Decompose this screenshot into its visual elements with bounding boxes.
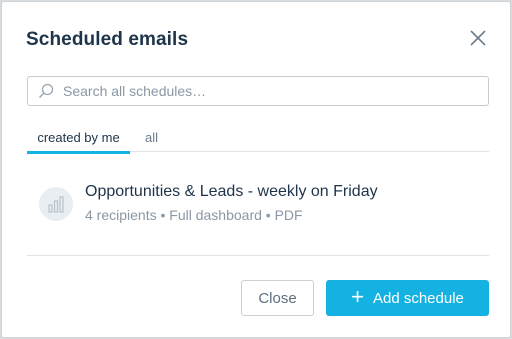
add-schedule-button[interactable]: + Add schedule (326, 280, 489, 316)
schedule-title: Opportunities & Leads - weekly on Friday (85, 183, 378, 200)
schedule-tabs: created by me all (27, 126, 489, 154)
search-input[interactable] (63, 81, 478, 101)
schedule-list-item[interactable]: Opportunities & Leads - weekly on Friday… (27, 172, 489, 236)
add-schedule-label: Add schedule (372, 289, 464, 307)
search-box (27, 76, 489, 106)
dialog-title: Scheduled emails (26, 29, 189, 50)
schedule-avatar (39, 187, 73, 221)
plus-icon: + (351, 284, 364, 309)
close-icon[interactable] (468, 28, 488, 48)
schedule-details: 4 recipients • Full dashboard • PDF (85, 207, 303, 223)
search-icon (39, 83, 54, 98)
footer-divider (27, 255, 489, 256)
bar-chart-icon (48, 196, 64, 213)
tab-created-by-me[interactable]: created by me (27, 130, 130, 154)
close-button[interactable]: Close (241, 280, 314, 316)
tab-all[interactable]: all (145, 130, 158, 151)
scheduled-emails-dialog: Scheduled emails created by me all Oppor… (1, 1, 511, 338)
